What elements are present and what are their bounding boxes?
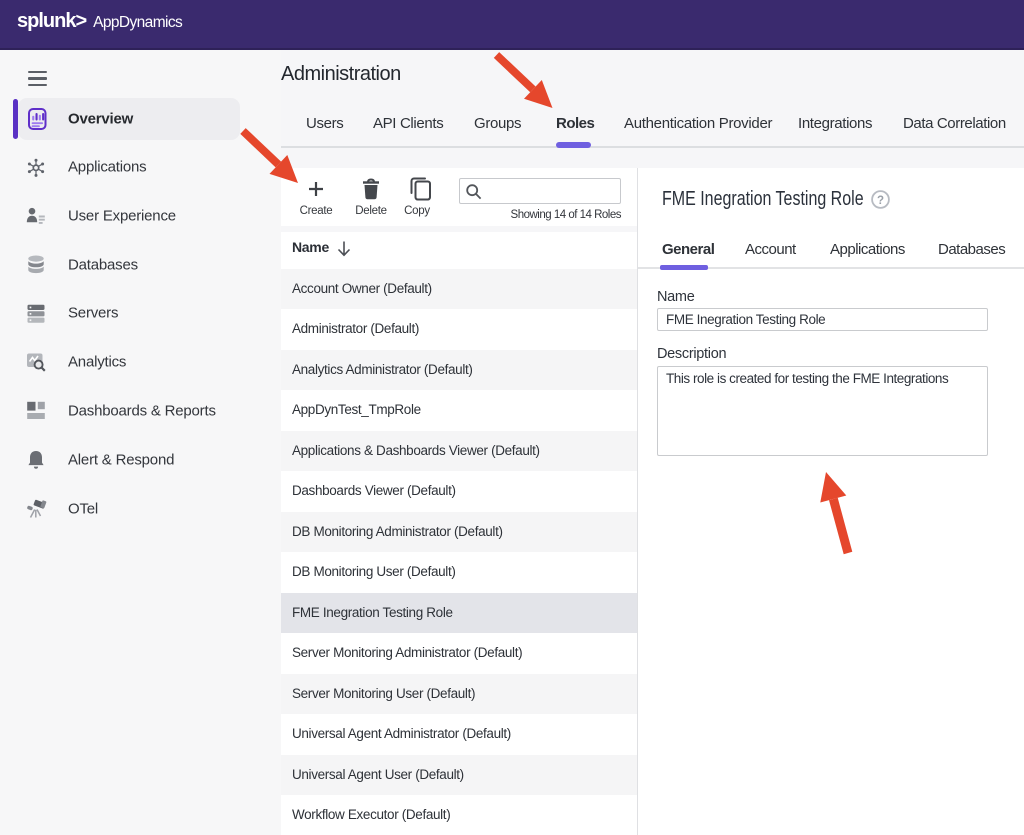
svg-text:?: ? (877, 195, 884, 207)
